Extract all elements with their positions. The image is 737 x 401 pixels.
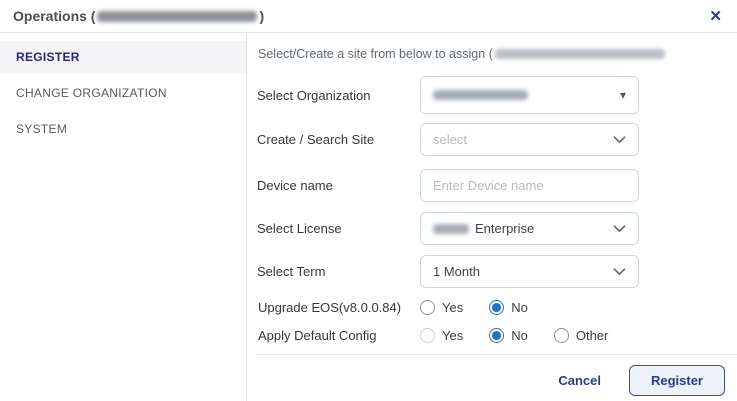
dialog-title: Operations ( ) xyxy=(13,8,264,24)
radio-option-label: No xyxy=(511,300,528,315)
license-select[interactable]: Enterprise xyxy=(420,212,639,245)
apply-default-config-no-radio[interactable]: No xyxy=(489,328,528,343)
sidebar-item-system[interactable]: SYSTEM xyxy=(0,113,246,145)
intro-text: Select/Create a site from below to assig… xyxy=(258,47,737,61)
term-value: 1 Month xyxy=(433,264,480,279)
license-label: Select License xyxy=(257,221,420,236)
sidebar-item-register[interactable]: REGISTER xyxy=(0,41,246,73)
radio-unchecked-icon xyxy=(554,328,569,343)
device-name-label: Device name xyxy=(257,178,420,193)
apply-default-config-yes-radio[interactable]: Yes xyxy=(420,328,463,343)
term-label: Select Term xyxy=(257,264,420,279)
intro-text-prefix: Select/Create a site from below to assig… xyxy=(258,47,493,61)
apply-default-config-label: Apply Default Config xyxy=(258,328,420,343)
close-icon[interactable]: ✕ xyxy=(709,9,722,24)
upgrade-eos-radio-group: Yes No xyxy=(420,300,554,315)
radio-option-label: No xyxy=(511,328,528,343)
apply-default-config-radio-group: Yes No Other xyxy=(420,328,634,343)
radio-checked-icon xyxy=(489,328,504,343)
radio-option-label: Other xyxy=(576,328,609,343)
chevron-down-icon xyxy=(613,268,626,276)
operations-dialog: Operations ( ) ✕ REGISTER CHANGE ORGANIZ… xyxy=(0,0,737,401)
site-select[interactable]: select xyxy=(420,123,639,156)
term-row: Select Term 1 Month xyxy=(257,255,737,288)
cancel-button[interactable]: Cancel xyxy=(558,373,601,388)
site-label: Create / Search Site xyxy=(257,132,420,147)
radio-option-label: Yes xyxy=(442,328,463,343)
organization-label: Select Organization xyxy=(257,88,420,103)
radio-unchecked-icon xyxy=(420,300,435,315)
site-row: Create / Search Site select xyxy=(257,123,737,156)
license-value: Enterprise xyxy=(475,221,534,236)
term-select[interactable]: 1 Month xyxy=(420,255,639,288)
upgrade-eos-row: Upgrade EOS(v8.0.0.84) Yes No xyxy=(258,300,737,315)
radio-option-label: Yes xyxy=(442,300,463,315)
sidebar-item-change-organization[interactable]: CHANGE ORGANIZATION xyxy=(0,77,246,109)
dialog-header: Operations ( ) ✕ xyxy=(0,0,737,33)
license-row: Select License Enterprise xyxy=(257,212,737,245)
device-name-row: Device name xyxy=(257,169,737,202)
chevron-down-icon xyxy=(613,225,626,233)
caret-down-icon: ▾ xyxy=(620,89,626,101)
register-panel: Select/Create a site from below to assig… xyxy=(247,33,737,401)
sidebar: REGISTER CHANGE ORGANIZATION SYSTEM xyxy=(0,33,247,401)
chevron-down-icon xyxy=(613,136,626,144)
dialog-title-suffix: ) xyxy=(259,8,264,24)
dialog-title-prefix: Operations ( xyxy=(13,8,95,24)
organization-select[interactable]: ▾ xyxy=(420,76,639,114)
redacted-device-id xyxy=(97,11,257,22)
dialog-footer: Cancel Register xyxy=(257,354,737,401)
device-name-input[interactable] xyxy=(420,169,639,202)
upgrade-eos-no-radio[interactable]: No xyxy=(489,300,528,315)
dialog-body: REGISTER CHANGE ORGANIZATION SYSTEM Sele… xyxy=(0,33,737,401)
redacted-device-id-intro xyxy=(495,49,665,59)
upgrade-eos-label: Upgrade EOS(v8.0.0.84) xyxy=(258,300,420,315)
site-placeholder: select xyxy=(433,132,467,147)
radio-checked-icon xyxy=(489,300,504,315)
upgrade-eos-yes-radio[interactable]: Yes xyxy=(420,300,463,315)
organization-row: Select Organization ▾ xyxy=(257,76,737,114)
apply-default-config-row: Apply Default Config Yes No Other xyxy=(258,328,737,343)
register-button[interactable]: Register xyxy=(629,365,725,396)
redacted-license-prefix xyxy=(433,224,469,234)
radio-disabled-icon xyxy=(420,328,435,343)
apply-default-config-other-radio[interactable]: Other xyxy=(554,328,609,343)
redacted-organization-value xyxy=(433,90,528,100)
